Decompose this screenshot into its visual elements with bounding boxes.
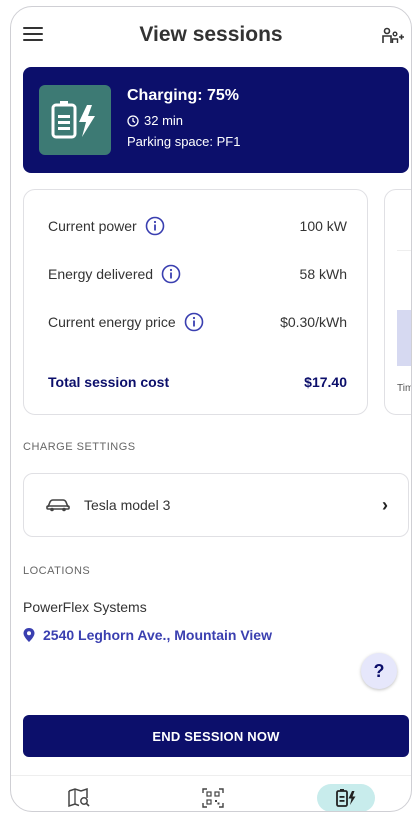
- metric-row-energy-price: Current energy price $0.30/kWh: [48, 312, 347, 332]
- grid-line: [397, 250, 411, 251]
- section-label-charge-settings: CHARGE SETTINGS: [23, 441, 136, 453]
- info-icon[interactable]: [184, 312, 204, 332]
- page-title: View sessions: [139, 23, 283, 46]
- metric-row-current-power: Current power 100 kW: [48, 216, 347, 236]
- car-icon: [46, 499, 70, 512]
- top-app-bar: View sessions: [11, 7, 411, 63]
- status-text: Charging: 75% 32 min Parking space: PF1: [127, 87, 240, 155]
- end-session-button[interactable]: END SESSION NOW: [23, 715, 409, 757]
- session-duration: 32 min: [127, 113, 240, 128]
- map-search-icon: [68, 788, 90, 808]
- clock-icon: [127, 114, 139, 127]
- vehicle-name: Tesla model 3: [84, 497, 171, 513]
- chevron-right-icon: ›: [382, 494, 388, 515]
- nav-qr-scan[interactable]: [191, 784, 235, 811]
- vehicle-selector[interactable]: Tesla model 3 ›: [23, 473, 409, 537]
- charging-percentage: Charging: 75%: [127, 87, 240, 104]
- metric-value: 58 kWh: [299, 266, 347, 282]
- location-name: PowerFlex Systems: [23, 599, 147, 615]
- bottom-navigation: [11, 775, 411, 811]
- app-screen: View sessions Charging: 75% 32 min Parki…: [10, 6, 412, 812]
- info-icon[interactable]: [161, 264, 181, 284]
- help-button[interactable]: ?: [361, 653, 397, 689]
- chart-area: [397, 310, 411, 366]
- chart-axis-label: Tim: [397, 383, 412, 394]
- address-text: 2540 Leghorn Ave., Mountain View: [43, 627, 272, 643]
- map-pin-icon: [23, 628, 35, 642]
- total-value: $17.40: [304, 374, 347, 390]
- info-icon[interactable]: [145, 216, 165, 236]
- total-session-cost: Total session cost $17.40: [48, 372, 347, 392]
- nav-map-search[interactable]: [57, 784, 101, 811]
- metric-row-energy-delivered: Energy delivered 58 kWh: [48, 264, 347, 284]
- charging-status-card: Charging: 75% 32 min Parking space: PF1: [23, 67, 409, 173]
- session-metrics-card: Current power 100 kW Energy delivered 58…: [23, 189, 368, 415]
- family-icon[interactable]: [381, 25, 405, 47]
- duration-text: 32 min: [144, 113, 184, 128]
- metric-value: $0.30/kWh: [280, 314, 347, 330]
- metric-label: Current power: [48, 218, 137, 234]
- metric-label: Energy delivered: [48, 266, 154, 282]
- qr-scan-icon: [202, 788, 224, 808]
- battery-charging-icon: [39, 85, 111, 155]
- parking-space: Parking space: PF1: [127, 134, 241, 149]
- location-address-link[interactable]: 2540 Leghorn Ave., Mountain View: [23, 627, 272, 643]
- metric-value: 100 kW: [299, 218, 347, 234]
- total-label: Total session cost: [48, 374, 170, 390]
- charging-station-icon: [336, 789, 356, 807]
- metric-label: Current energy price: [48, 314, 176, 330]
- chart-card-peek[interactable]: Tim: [384, 189, 412, 415]
- nav-charging-session[interactable]: [317, 784, 375, 811]
- section-label-locations: LOCATIONS: [23, 565, 91, 577]
